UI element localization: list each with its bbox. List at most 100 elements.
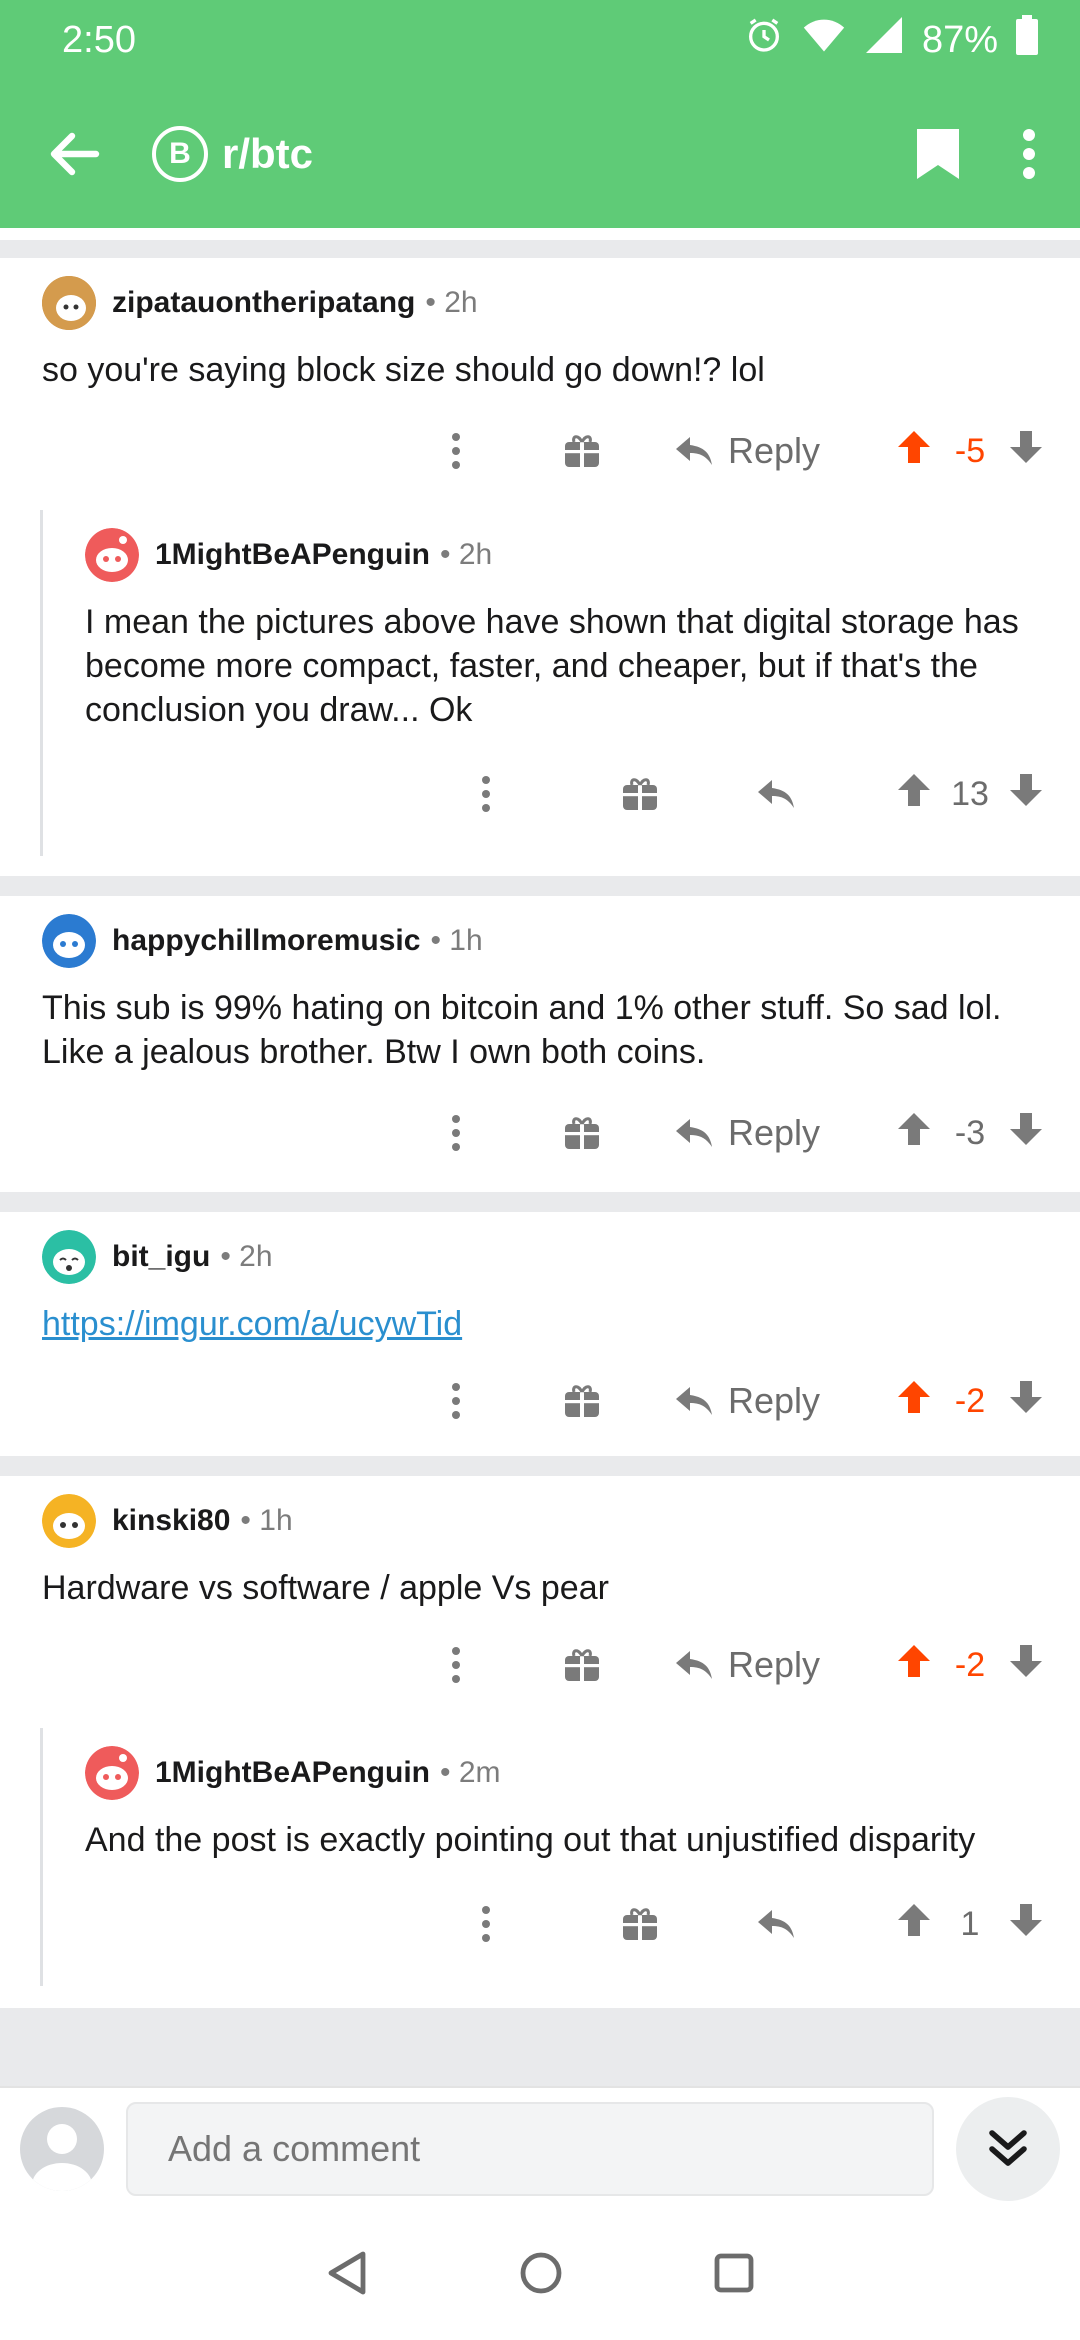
comment-time: • 2h [220, 1240, 273, 1273]
nav-home-button[interactable] [519, 2251, 563, 2300]
arrow-down-icon [1010, 1380, 1042, 1413]
avatar[interactable] [42, 276, 96, 330]
vote-controls: 1 [896, 1902, 1044, 1947]
comment-author[interactable]: bit_igu [112, 1240, 210, 1274]
comment-body: This sub is 99% hating on bitcoin and 1%… [42, 989, 1002, 1071]
comment-time-value: 2h [239, 1240, 273, 1273]
award-button[interactable] [610, 777, 670, 811]
status-time: 2:50 [62, 18, 136, 61]
more-options-button[interactable] [466, 776, 506, 812]
spacer [0, 228, 1080, 240]
upvote-button[interactable] [896, 1902, 932, 1947]
reply-button[interactable]: Reply [674, 1644, 820, 1686]
avatar[interactable] [85, 1746, 139, 1800]
avatar[interactable] [42, 914, 96, 968]
arrow-up-icon [898, 1903, 930, 1936]
jump-to-bottom-button[interactable] [956, 2097, 1060, 2201]
gift-icon [564, 435, 599, 467]
award-button[interactable] [552, 1116, 612, 1150]
comment-author[interactable]: zipatauontheripatang [112, 286, 415, 320]
nav-back-button[interactable] [325, 2250, 369, 2301]
upvote-button[interactable] [896, 1111, 932, 1156]
comment-actions: 13 [85, 732, 1080, 856]
score: -2 [954, 1381, 986, 1420]
arrow-down-icon [1010, 1903, 1042, 1936]
comment-author[interactable]: 1MightBeAPenguin [155, 1756, 430, 1790]
more-options-button[interactable] [436, 433, 476, 469]
more-vert-icon [451, 433, 460, 469]
downvote-button[interactable] [1008, 1111, 1044, 1156]
reply-button[interactable]: Reply [674, 430, 820, 472]
comment-time: • 1h [430, 924, 483, 957]
reply-button[interactable]: Reply [674, 1380, 820, 1422]
vote-controls: 13 [896, 772, 1044, 817]
upvote-button[interactable] [896, 1379, 932, 1424]
reply-label: Reply [727, 1112, 820, 1153]
comment-author[interactable]: happychillmoremusic [112, 924, 420, 958]
comment-meta: bit_igu • 2h [42, 1212, 1080, 1302]
comment-thread: happychillmoremusic • 1h This sub is 99%… [0, 896, 1080, 1192]
bitcoin-icon: B [152, 126, 208, 182]
reply-label: Reply [727, 1380, 820, 1421]
comment-thread: bit_igu • 2h https://imgur.com/a/ucywTid [0, 1212, 1080, 1456]
bookmark-button[interactable] [908, 124, 968, 184]
comment: zipatauontheripatang • 2h so you're sayi… [0, 258, 1080, 510]
vote-controls: -3 [896, 1111, 1044, 1156]
comments-list: zipatauontheripatang • 2h so you're sayi… [0, 228, 1080, 2008]
comment-author[interactable]: 1MightBeAPenguin [155, 538, 430, 572]
more-vert-icon [451, 1647, 460, 1683]
avatar[interactable] [42, 1230, 96, 1284]
reply-button[interactable] [756, 1908, 796, 1940]
upvote-button[interactable] [896, 1643, 932, 1688]
reply-icon [758, 1910, 794, 1938]
score: 13 [951, 774, 989, 813]
add-comment-input[interactable] [126, 2102, 934, 2196]
more-options-button[interactable] [436, 1647, 476, 1683]
reply-button[interactable]: Reply [674, 1112, 820, 1154]
award-button[interactable] [552, 1384, 612, 1418]
arrow-up-icon [898, 1644, 930, 1677]
more-options-button[interactable] [436, 1115, 476, 1151]
comment-actions: Reply -2 [42, 1346, 1080, 1456]
user-avatar[interactable] [20, 2107, 104, 2191]
downvote-button[interactable] [1008, 1379, 1044, 1424]
back-button[interactable] [46, 126, 102, 182]
subreddit-title[interactable]: B r/btc [152, 126, 908, 182]
bookmark-icon [917, 129, 959, 179]
award-button[interactable] [552, 1648, 612, 1682]
comment-reply: 1MightBeAPenguin • 2m And the post is ex… [40, 1728, 1080, 1986]
triangle-back-icon [328, 2251, 366, 2294]
nav-recents-button[interactable] [713, 2252, 755, 2299]
award-button[interactable] [552, 434, 612, 468]
app: 2:50 87% B r/btc zipatauontheripatang • … [0, 0, 1080, 2340]
upvote-button[interactable] [896, 772, 932, 817]
signal-icon [864, 15, 904, 65]
app-bar: B r/btc [0, 80, 1080, 228]
status-bar: 2:50 87% [0, 0, 1080, 80]
upvote-button[interactable] [896, 429, 932, 474]
award-button[interactable] [610, 1907, 670, 1941]
reply-button[interactable] [756, 778, 796, 810]
avatar[interactable] [85, 528, 139, 582]
avatar[interactable] [42, 1494, 96, 1548]
comment-actions: Reply -3 [42, 1074, 1080, 1192]
arrow-down-icon [1010, 430, 1042, 463]
person-icon [32, 2124, 92, 2191]
comment-composer [0, 2086, 1080, 2210]
more-options-button[interactable] [466, 1906, 506, 1942]
more-options-button[interactable] [436, 1383, 476, 1419]
downvote-button[interactable] [1008, 429, 1044, 474]
downvote-button[interactable] [1008, 1643, 1044, 1688]
comment: kinski80 • 1h Hardware vs software / app… [0, 1476, 1080, 1720]
reply-icon [675, 1651, 712, 1679]
overflow-menu-button[interactable] [1014, 124, 1044, 184]
comment-author[interactable]: kinski80 [112, 1504, 230, 1538]
score: -3 [954, 1113, 986, 1152]
downvote-button[interactable] [1008, 1902, 1044, 1947]
downvote-button[interactable] [1008, 772, 1044, 817]
arrow-down-icon [1010, 773, 1042, 806]
comment-link[interactable]: https://imgur.com/a/ucywTid [42, 1305, 462, 1343]
arrow-up-icon [898, 773, 930, 806]
divider [0, 876, 1080, 896]
vote-controls: -2 [896, 1379, 1044, 1424]
